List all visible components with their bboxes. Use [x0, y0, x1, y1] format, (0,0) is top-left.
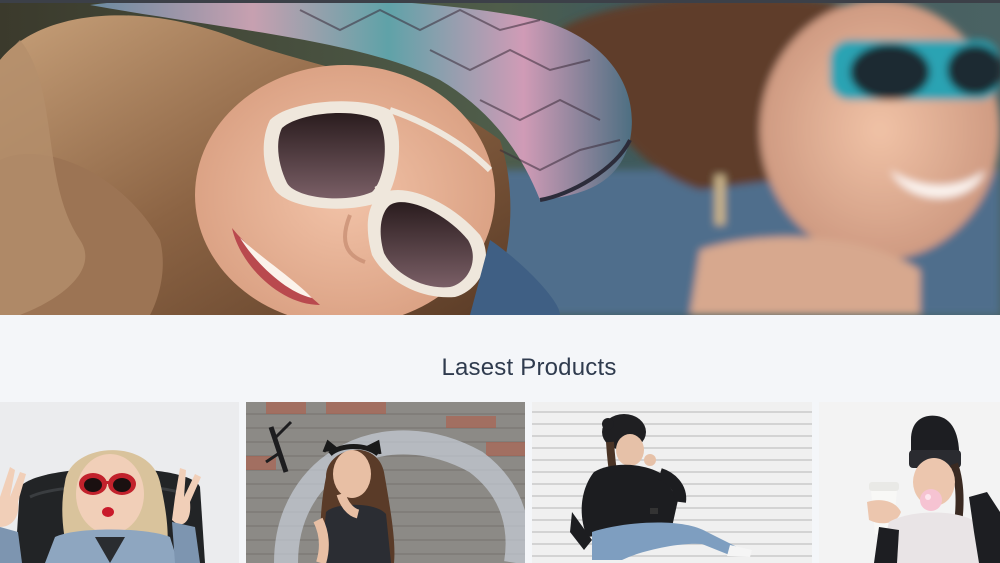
- product-image-4[interactable]: [819, 402, 1000, 563]
- top-strip: [0, 0, 1000, 3]
- product-image-3[interactable]: [532, 402, 812, 563]
- latest-products-heading: Lasest Products: [441, 354, 617, 381]
- hero-banner: [0, 0, 1000, 315]
- product-card-2[interactable]: [246, 402, 525, 563]
- hero-image: [0, 0, 1000, 315]
- product-card-1[interactable]: [0, 402, 239, 563]
- product-image-1[interactable]: [0, 402, 239, 563]
- product-image-2[interactable]: [246, 402, 525, 563]
- page: Lasest Products: [0, 0, 1000, 563]
- product-card-4[interactable]: [819, 402, 1000, 563]
- product-card-3[interactable]: [532, 402, 812, 563]
- product-grid: [0, 402, 1000, 563]
